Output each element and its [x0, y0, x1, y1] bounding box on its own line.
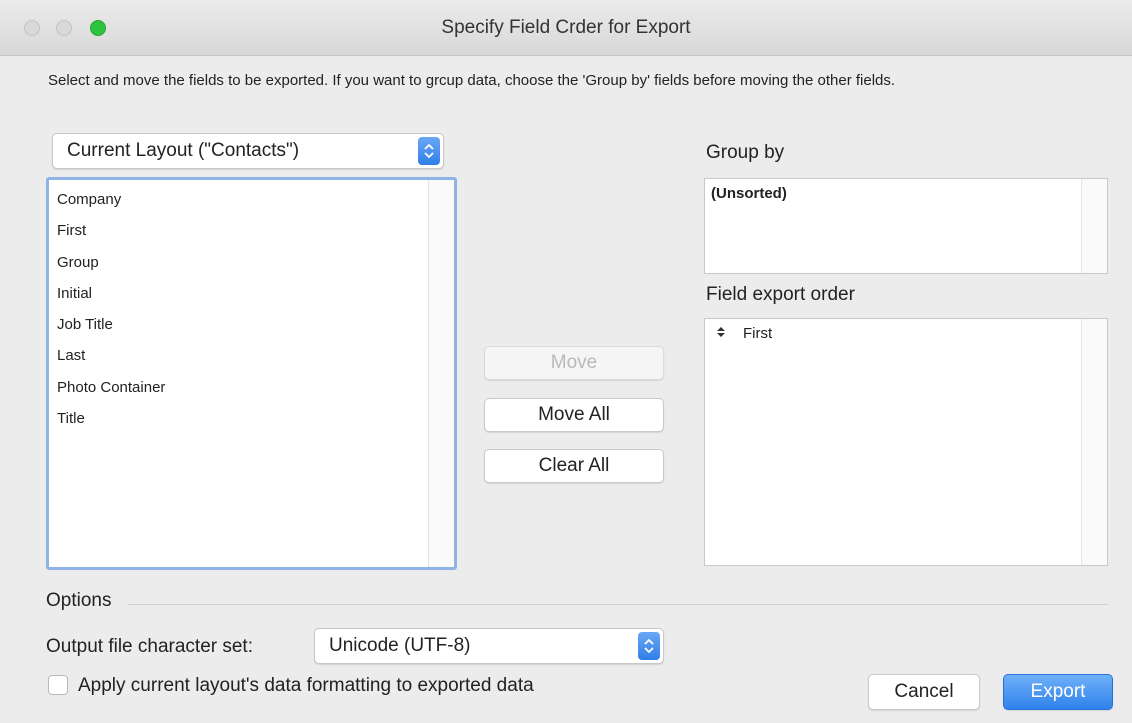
list-item[interactable]: (Unsorted) [711, 185, 787, 202]
apply-formatting-label[interactable]: Apply current layout's data formatting t… [78, 675, 534, 697]
scrollbar[interactable] [428, 180, 454, 567]
layout-popup-value: Current Layout ("Contacts") [67, 140, 300, 161]
list-item[interactable]: First [57, 215, 165, 246]
list-item[interactable]: Last [57, 340, 165, 371]
field-export-order-label: Field export order [706, 284, 855, 305]
window-title: Specify Field Crder for Export [441, 17, 691, 38]
list-item[interactable]: Job Title [57, 309, 165, 340]
field-export-order-list[interactable]: First [704, 318, 1108, 566]
list-item[interactable]: Title [57, 403, 165, 434]
scrollbar[interactable] [1081, 319, 1107, 565]
list-item[interactable]: Company [57, 184, 165, 215]
list-item[interactable]: Photo Container [57, 372, 165, 403]
scrollbar[interactable] [1081, 179, 1107, 273]
group-by-label: Group by [706, 142, 785, 163]
move-all-button[interactable]: Move All [484, 398, 664, 432]
list-item[interactable]: First [717, 325, 772, 342]
charset-label: Output file character set: [46, 636, 253, 657]
options-divider [128, 604, 1108, 605]
charset-popup[interactable]: Unicode (UTF-8) [314, 628, 664, 664]
source-fields: Company First Group Initial Job Title La… [57, 184, 165, 434]
list-item[interactable]: Group [57, 247, 165, 278]
charset-popup-value: Unicode (UTF-8) [329, 635, 471, 656]
clear-all-button[interactable]: Clear All [484, 449, 664, 483]
title-bar[interactable]: Specify Field Crder for Export [0, 0, 1132, 56]
options-heading: Options [46, 590, 112, 611]
source-fields-list[interactable]: Company First Group Initial Job Title La… [46, 177, 457, 570]
export-button[interactable]: Export [1003, 674, 1113, 710]
list-item[interactable]: Initial [57, 278, 165, 309]
instructions-text: Select and move the fields to be exporte… [48, 72, 896, 89]
group-by-list[interactable]: (Unsorted) [704, 178, 1108, 274]
layout-popup[interactable]: Current Layout ("Contacts") [52, 133, 444, 169]
updown-chevron-icon [418, 137, 440, 165]
cancel-button[interactable]: Cancel [868, 674, 980, 710]
export-field-order-dialog: Specify Field Crder for Export Select an… [0, 0, 1132, 723]
list-item-label: First [743, 325, 773, 342]
sort-handle-icon[interactable] [717, 325, 731, 342]
updown-chevron-icon [638, 632, 660, 660]
move-button[interactable]: Move [484, 346, 664, 380]
apply-formatting-checkbox[interactable] [48, 675, 68, 695]
